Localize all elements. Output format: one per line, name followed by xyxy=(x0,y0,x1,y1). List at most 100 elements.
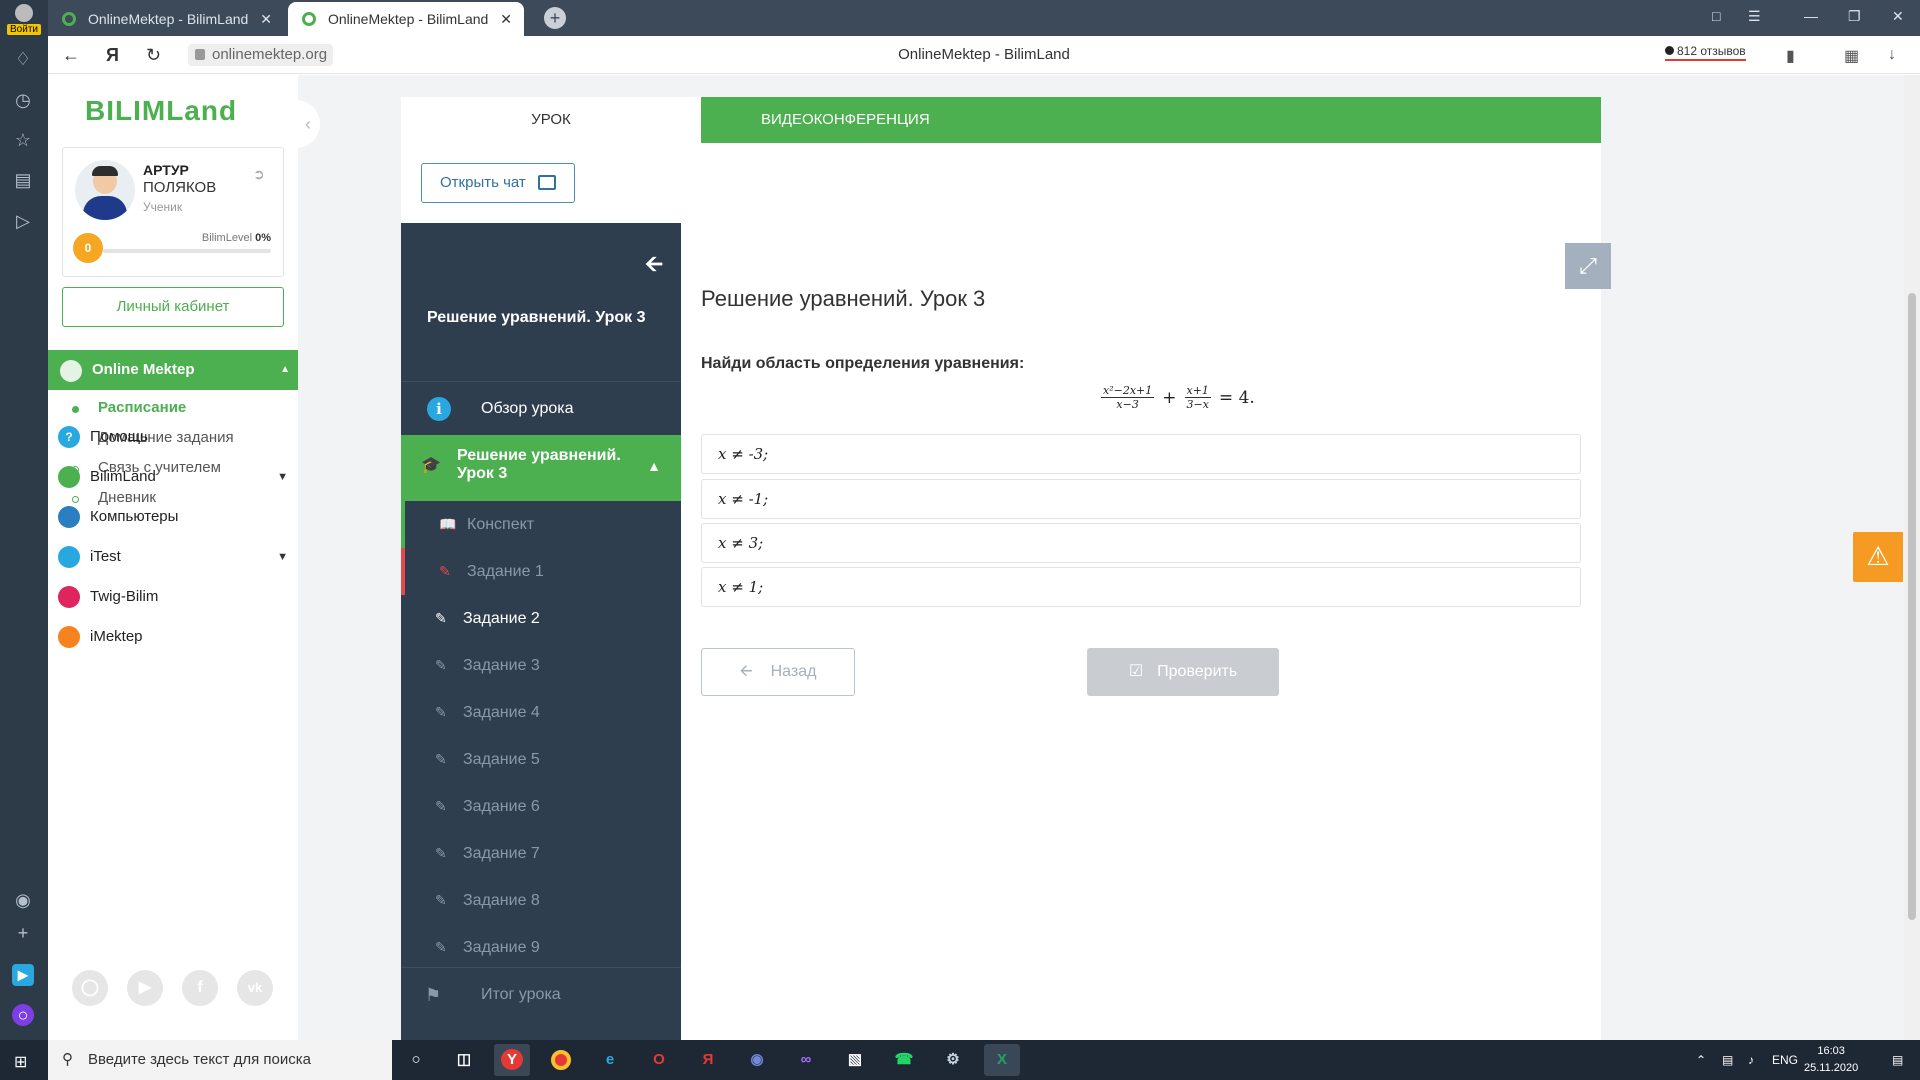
task-title: Решение уравнений. Урок 3 xyxy=(701,286,986,311)
cortana-icon[interactable]: ○ xyxy=(398,1044,434,1076)
sidebar-item-imektep[interactable]: iMektep xyxy=(48,617,298,657)
discord-icon[interactable]: ◉ xyxy=(739,1044,775,1076)
yandex-icon[interactable]: Я xyxy=(690,1044,726,1076)
bell-icon[interactable]: ♢ xyxy=(12,48,34,70)
tab-inactive[interactable]: OnlineMektep - BilimLand ✕ xyxy=(48,2,284,36)
yandex-browser-icon[interactable]: Y xyxy=(494,1044,530,1076)
nav-subitem-task-6[interactable]: ✎ Задание 6 xyxy=(401,783,681,830)
notification-icon[interactable]: ▤ xyxy=(1892,1040,1903,1080)
fraction: x²−2x+1 x−3 xyxy=(1101,384,1155,411)
capcut-icon[interactable]: ▧ xyxy=(837,1044,873,1076)
close-icon[interactable]: ✕ xyxy=(260,2,272,36)
scrollbar-thumb[interactable] xyxy=(1908,293,1916,920)
open-chat-label: Открыть чат xyxy=(440,174,526,191)
alice-icon[interactable]: ○ xyxy=(12,1004,34,1026)
bookmark-icon[interactable]: ▮ xyxy=(1786,46,1795,66)
collections-icon[interactable]: ▤ xyxy=(12,169,34,191)
personal-cabinet-button[interactable]: Личный кабинет xyxy=(62,287,284,327)
download-icon[interactable]: ↓ xyxy=(1888,46,1896,64)
fullscreen-expand-icon[interactable]: ⤢ xyxy=(1565,243,1611,289)
answer-option[interactable]: x ≠ -3; xyxy=(701,434,1581,474)
nav-subitem-task-3[interactable]: ✎ Задание 3 xyxy=(401,642,681,689)
nav-subitem-task-9[interactable]: ✎ Задание 9 xyxy=(401,924,681,971)
new-tab-icon[interactable]: + xyxy=(544,7,566,29)
nav-subitem-label: Конспект xyxy=(467,516,535,533)
visual-studio-icon[interactable]: ∞ xyxy=(788,1044,824,1076)
answer-option[interactable]: x ≠ 3; xyxy=(701,523,1581,563)
sidebar-item-itest[interactable]: iTest ▼ xyxy=(48,537,298,577)
edge-icon[interactable]: e xyxy=(592,1044,628,1076)
bilimland-logo[interactable]: BILIMLand xyxy=(85,95,237,127)
report-warning-icon[interactable]: ⚠ xyxy=(1853,532,1903,582)
sidebar-item-twig-bilim[interactable]: Twig-Bilim xyxy=(48,577,298,617)
check-button[interactable]: ☑ Проверить xyxy=(1087,648,1279,696)
nav-subitem-task-7[interactable]: ✎ Задание 7 xyxy=(401,830,681,877)
play-icon[interactable]: ▷ xyxy=(12,210,34,232)
page-scrollbar[interactable] xyxy=(1904,75,1920,1040)
opera-icon[interactable]: O xyxy=(641,1044,677,1076)
answer-option[interactable]: x ≠ 1; xyxy=(701,567,1581,607)
clock[interactable]: 16:03 25.11.2020 xyxy=(1804,1043,1858,1077)
online-mektep-section[interactable]: Online Mektep ▲ xyxy=(48,350,298,390)
nav-subitem-task-1[interactable]: ✎ Задание 1 xyxy=(401,548,681,595)
sidebar-item-bilimland[interactable]: BilimLand ▼ xyxy=(48,457,298,497)
youtube-icon[interactable]: ▶ xyxy=(127,970,163,1006)
taskbar-search[interactable]: ⚲ Введите здесь текст для поиска xyxy=(48,1040,392,1080)
history-icon[interactable]: ◷ xyxy=(12,89,34,111)
search-placeholder: Введите здесь текст для поиска xyxy=(88,1051,311,1068)
arrow-left-icon[interactable]: 🡨 xyxy=(645,247,663,285)
sidebar-item-help[interactable]: ? Помощь xyxy=(48,417,298,457)
tab-active[interactable]: OnlineMektep - BilimLand ✕ xyxy=(288,2,524,36)
windows-start-icon[interactable]: ⊞ xyxy=(14,1052,32,1071)
tab-lesson[interactable]: УРОК xyxy=(401,97,701,143)
browser-side-panel: Войти ♢ ◷ ☆ ▤ ▷ ◉ + ► ○ xyxy=(0,0,48,1040)
chevron-up-icon[interactable]: ⌃ xyxy=(1696,1040,1706,1080)
nav-subitem-task-4[interactable]: ✎ Задание 4 xyxy=(401,689,681,736)
reviews-badge[interactable]: 812 отзывов xyxy=(1665,44,1746,61)
tab-manager-icon[interactable]: □ xyxy=(1712,8,1720,24)
task-view-icon[interactable]: ◫ xyxy=(446,1044,482,1076)
messenger-icon[interactable]: ► xyxy=(12,964,34,986)
nav-subitem-task-2[interactable]: ✎ Задание 2 xyxy=(401,595,681,642)
language-indicator[interactable]: ENG xyxy=(1772,1040,1798,1080)
sidebar-item-computers[interactable]: Компьютеры xyxy=(48,497,298,537)
add-panel-icon[interactable]: + xyxy=(12,922,34,944)
edit-icon: ✎ xyxy=(435,892,447,908)
menu-icon[interactable]: ☰ xyxy=(1748,8,1761,25)
network-icon[interactable]: ▤ xyxy=(1722,1040,1733,1080)
nav-subitem-task-8[interactable]: ✎ Задание 8 xyxy=(401,877,681,924)
back-button-label: Назад xyxy=(770,663,817,680)
extensions-icon[interactable]: ▦ xyxy=(1844,46,1859,66)
tab-videoconference[interactable]: ВИДЕОКОНФЕРЕНЦИЯ xyxy=(701,97,1601,143)
nav-subitem-konspekt[interactable]: 📖 Конспект xyxy=(401,501,681,548)
level-label: BilimLevel 0% xyxy=(201,232,271,244)
vk-icon[interactable]: vk xyxy=(237,970,273,1006)
steam-icon[interactable]: ⚙ xyxy=(935,1044,971,1076)
minimize-icon[interactable]: — xyxy=(1804,8,1818,24)
excel-icon[interactable]: X xyxy=(984,1044,1020,1076)
close-icon[interactable]: ✕ xyxy=(500,2,512,36)
itest-icon xyxy=(58,546,80,568)
lesson-navigation: 🡨 Решение уравнений. Урок 3 i Обзор урок… xyxy=(401,223,681,1040)
nav-subitem-task-5[interactable]: ✎ Задание 5 xyxy=(401,736,681,783)
chrome-icon[interactable] xyxy=(543,1044,579,1076)
avatar xyxy=(75,160,135,220)
open-chat-button[interactable]: Открыть чат xyxy=(421,163,575,203)
collapse-sidebar-chevron-icon[interactable]: ‹ xyxy=(296,100,320,148)
nav-item-lesson-summary[interactable]: ⚑ Итог урока xyxy=(401,967,681,1021)
nav-item-current-section[interactable]: 🎓 Решение уравнений. Урок 3 ▲ xyxy=(401,435,681,501)
screenshot-icon[interactable]: ◉ xyxy=(12,889,34,911)
star-icon[interactable]: ☆ xyxy=(12,129,34,151)
facebook-icon[interactable]: f xyxy=(182,970,218,1006)
answer-option[interactable]: x ≠ -1; xyxy=(701,479,1581,519)
logout-icon[interactable]: ➲ xyxy=(253,166,265,183)
maximize-icon[interactable]: ❐ xyxy=(1848,8,1861,25)
login-button[interactable]: Войти xyxy=(4,4,44,38)
level-badge: 0 xyxy=(73,233,103,263)
window-close-icon[interactable]: ✕ xyxy=(1892,8,1904,25)
instagram-icon[interactable]: ◯ xyxy=(72,970,108,1006)
nav-item-overview[interactable]: i Обзор урока xyxy=(401,381,681,435)
volume-icon[interactable]: ♪ xyxy=(1748,1040,1754,1080)
back-button[interactable]: 🡨 Назад xyxy=(701,648,855,696)
whatsapp-icon[interactable]: ☎ xyxy=(886,1044,922,1076)
